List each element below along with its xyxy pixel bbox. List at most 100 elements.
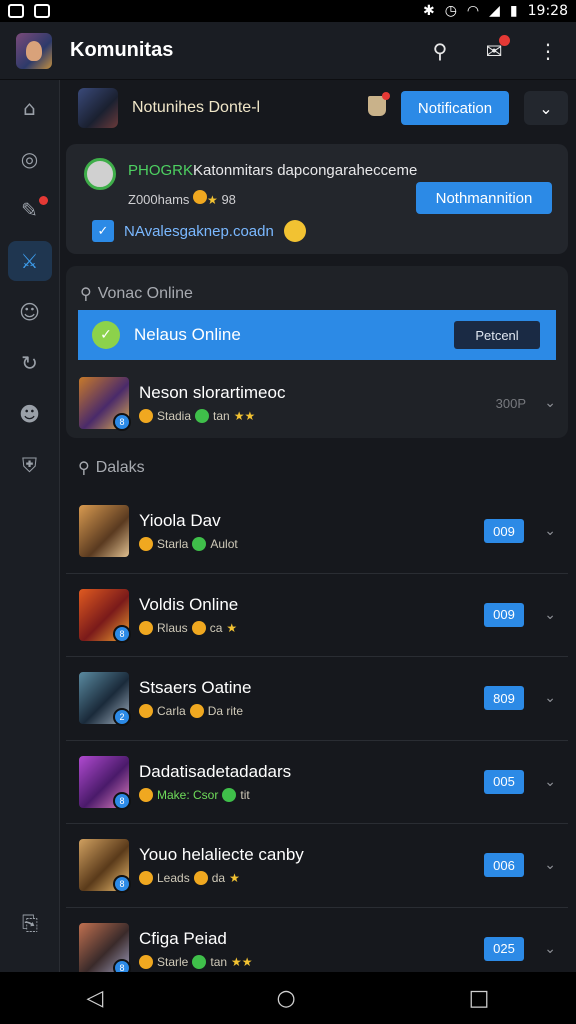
game-avatar: 8	[79, 377, 131, 431]
highlight-button[interactable]: Petcenl	[454, 321, 540, 349]
item-count[interactable]: 006	[484, 853, 524, 877]
chevron-down-icon[interactable]: ⌄	[544, 607, 556, 623]
app-bar: Komunitas ⚲ ✉ ⋮	[0, 22, 576, 80]
game-avatar: 8	[79, 839, 131, 894]
level-badge: 2	[113, 708, 131, 727]
main-content: Notunihes Donte-l Notification ⌄ PHOGRKK…	[60, 80, 576, 972]
notification-meta-text: Z000hams	[128, 192, 190, 207]
page-title: Komunitas	[70, 39, 174, 61]
item-meta: tan	[210, 955, 228, 970]
list-item[interactable]: 8 Youo helaliecte canby Leads da ★ 006 ⌄	[66, 824, 568, 908]
clock-text: 19:28	[527, 3, 568, 19]
sidebar-item-clipboard[interactable]: ⎘	[8, 903, 52, 943]
more-menu-button[interactable]: ⋮	[536, 39, 560, 63]
coin-icon	[191, 620, 206, 635]
item-meta: Make: Csor	[157, 787, 219, 802]
notification-meta: Z000hams ★ 98	[128, 190, 236, 207]
list-item[interactable]: 8 Neson slorartimeoc Stadia tan ★★ 300P ⌄	[66, 362, 568, 444]
coin-icon	[139, 955, 153, 970]
check-icon	[195, 409, 210, 423]
battery-icon: ▮	[509, 3, 518, 19]
chevron-down-icon[interactable]: ⌄	[544, 395, 556, 411]
chevron-down-icon[interactable]: ⌄	[544, 857, 556, 873]
search-user-button[interactable]: ⚲	[428, 39, 452, 63]
dalaks-list: Yioola Dav Starla Aulot 009 ⌄ 8 Voldis On…	[66, 490, 568, 972]
star-icon: ★	[207, 193, 218, 207]
coin-icon	[139, 537, 153, 552]
item-count[interactable]: 809	[484, 686, 524, 710]
chevron-down-icon[interactable]: ⌄	[544, 774, 556, 790]
chevron-down-icon[interactable]: ⌄	[524, 91, 568, 125]
user-avatar[interactable]	[78, 88, 118, 128]
item-name: Cfiga Peiad	[139, 929, 227, 949]
compass-icon: ◎	[20, 147, 39, 171]
item-count[interactable]: 009	[484, 519, 524, 543]
more-vertical-icon: ⋮	[538, 38, 558, 63]
signal-icon: ◢	[489, 3, 500, 19]
alarm-icon: ◷	[444, 3, 457, 19]
sidebar-item-messages[interactable]: ✎	[8, 190, 52, 230]
star-icon: ★	[229, 871, 240, 886]
chevron-down-icon[interactable]: ⌄	[544, 690, 556, 706]
notification-card: PHOGRKKatonmitars dapcongarahecceme Z000…	[66, 144, 568, 254]
item-meta: ca	[209, 620, 223, 635]
online-section: ⚲ Vonac Online ✓ Nelaus Online Petcenl 8 …	[66, 266, 568, 438]
messages-button[interactable]: ✉	[482, 34, 510, 63]
item-meta: da	[211, 871, 226, 886]
level-badge: 8	[113, 413, 131, 431]
notification-text: Katonmitars dapcongarahecceme	[193, 162, 418, 179]
trophy-icon[interactable]	[368, 92, 390, 116]
notification-link[interactable]: ✓ NAvalesgaknep.coadn	[92, 220, 306, 242]
coin-icon	[139, 871, 153, 886]
sidebar-item-shield[interactable]: ⛨	[8, 445, 52, 485]
item-name: Neson slorartimeoc	[139, 383, 286, 402]
list-item[interactable]: 2 Stsaers Oatine Carla Da rite 809 ⌄	[66, 657, 568, 741]
game-avatar: 8	[79, 923, 131, 972]
item-count[interactable]: 009	[484, 602, 524, 627]
chevron-down-icon[interactable]: ⌄	[544, 523, 556, 539]
sidebar-item-friends[interactable]: ☻	[8, 394, 52, 434]
item-meta: tan	[213, 409, 230, 423]
sidebar-item-discover[interactable]: ◎	[8, 139, 52, 179]
top-card-name: Notunihes Donte-l	[132, 99, 261, 116]
home-circle-icon[interactable]: ○	[276, 986, 295, 1011]
highlight-row[interactable]: ✓ Nelaus Online Petcenl	[78, 310, 556, 360]
level-badge: 8	[113, 875, 131, 894]
status-bar: ✱ ◷ ◠ ◢ ▮ 19:28	[0, 0, 576, 22]
star-icon: ★	[226, 620, 238, 635]
item-meta: tit	[240, 787, 250, 802]
game-avatar	[79, 505, 129, 558]
coin-icon	[139, 620, 153, 635]
notification-dot	[38, 196, 48, 205]
list-item[interactable]: 8 Cfiga Peiad Starle tan ★★ 025 ⌄	[66, 908, 568, 972]
coin-icon	[193, 190, 208, 204]
back-icon[interactable]: ◁	[87, 986, 104, 1011]
smile-emoji-icon	[283, 220, 306, 242]
coin-icon	[139, 704, 153, 719]
item-name: Dadatisadetadadars	[139, 761, 292, 781]
list-item[interactable]: Yioola Dav Starla Aulot 009 ⌄	[66, 490, 568, 574]
friends-icon: ☻	[19, 402, 40, 426]
list-item[interactable]: 8 Dadatisadetadadars Make: Csor tit 005 ⌄	[66, 741, 568, 824]
notification-action-button[interactable]: Nothmannition	[416, 182, 552, 214]
profile-avatar[interactable]	[16, 32, 52, 69]
recents-icon[interactable]: □	[469, 986, 490, 1011]
sidebar-item-activity[interactable]: ↻	[8, 343, 52, 383]
edit-icon: ✎	[21, 198, 38, 222]
section-header-label: Dalaks	[95, 459, 145, 476]
notification-meta-count: 98	[221, 192, 236, 207]
item-count[interactable]: 005	[484, 769, 524, 794]
chevron-down-icon[interactable]: ⌄	[544, 941, 556, 957]
item-count[interactable]: 025	[484, 936, 524, 961]
item-meta: Carla	[157, 704, 186, 719]
notification-button[interactable]: Notification	[401, 91, 509, 125]
list-item[interactable]: 8 Voldis Online Rlaus ca ★ 009 ⌄	[66, 574, 568, 657]
sidebar-item-community[interactable]: ⚔	[7, 241, 52, 281]
notification-dot	[382, 92, 390, 100]
leaf-icon: ✓	[92, 321, 120, 349]
sidebar-item-chat[interactable]: ☺	[8, 292, 52, 332]
sidebar-item-home[interactable]: ⌂	[8, 88, 52, 128]
app-notification-icon	[34, 4, 50, 18]
star-icon: ★★	[231, 955, 253, 970]
item-meta: Da rite	[207, 704, 244, 719]
